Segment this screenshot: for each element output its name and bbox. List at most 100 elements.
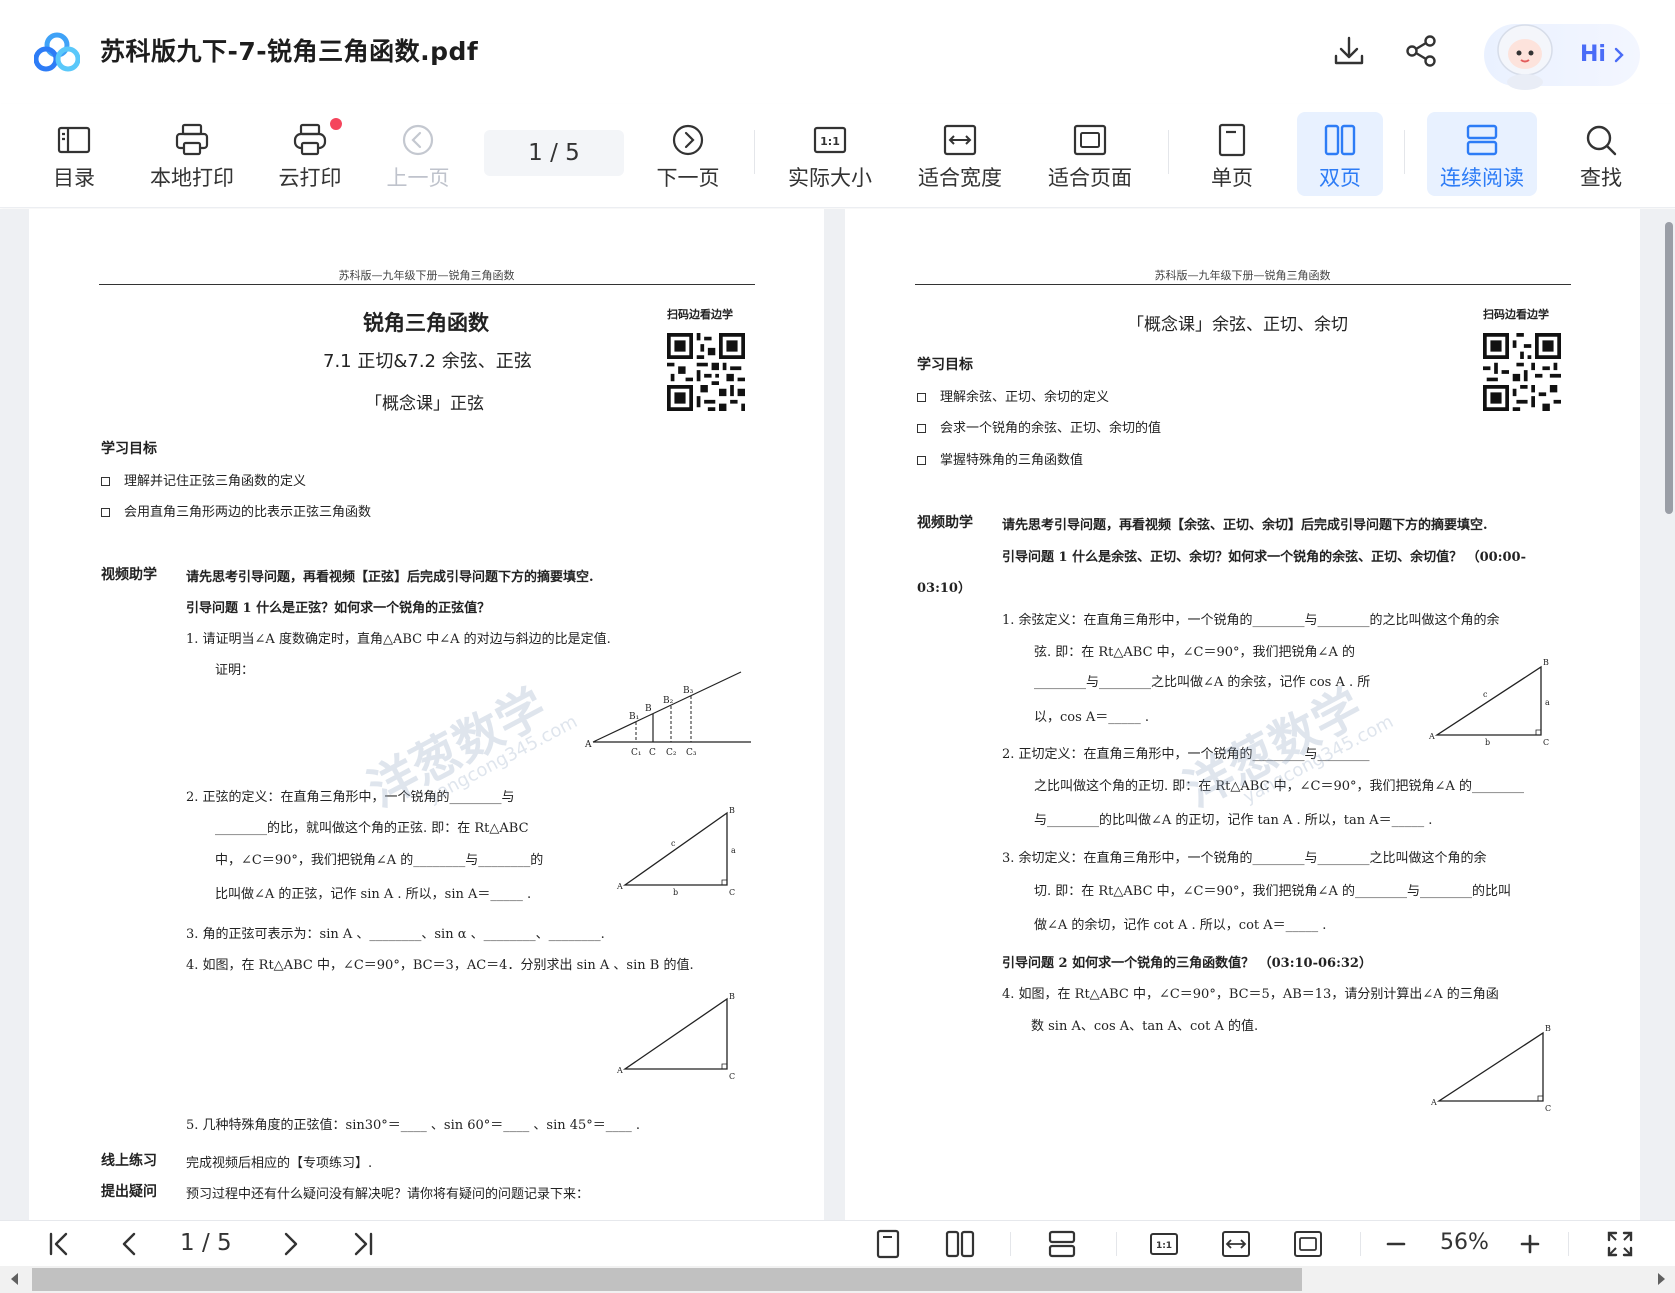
notification-badge <box>330 118 342 130</box>
right-triangle-figure: A B C <box>1430 1024 1551 1113</box>
double-page-button[interactable]: 双页 <box>1297 112 1383 196</box>
video-heading: 视频助学 <box>917 515 973 531</box>
zoom-out-icon[interactable] <box>1380 1228 1412 1260</box>
continuous-reading-label: 连续阅读 <box>1440 166 1524 190</box>
vertical-scrollbar-thumb[interactable] <box>1665 222 1673 514</box>
question-item: 4. 如图，在 Rt△ABC 中，∠C＝90°，BC＝5，AB＝13，请分别计算… <box>1002 987 1499 1002</box>
single-page-icon <box>1218 123 1246 157</box>
question-item: 中，∠C＝90°，我们把锐角∠A 的________与________的 <box>215 853 544 868</box>
svg-text:C: C <box>729 888 735 897</box>
svg-text:c: c <box>1483 690 1488 699</box>
guide-question: 引导问题 1 什么是正弦？如何求一个锐角的正弦值？ <box>186 601 491 616</box>
toolbar-divider <box>1404 130 1405 174</box>
svg-text:C₃: C₃ <box>686 748 697 758</box>
find-button[interactable]: 查找 <box>1576 112 1626 196</box>
checkbox-icon <box>101 508 110 517</box>
double-page-icon[interactable] <box>944 1228 976 1260</box>
continuous-reading-icon <box>1466 124 1498 156</box>
scroll-right-arrow-icon[interactable] <box>1652 1270 1670 1288</box>
cloud-printer-icon <box>293 123 327 156</box>
single-page-icon[interactable] <box>872 1228 904 1260</box>
local-print-button[interactable]: 本地打印 <box>142 112 242 196</box>
toc-button[interactable]: 目录 <box>44 112 104 196</box>
qr-label: 扫码边看边学 <box>667 308 733 321</box>
pdf-page-2: 苏科版—九年级下册—锐角三角函数 扫码边看边学 「概念课」余弦、正切、余切 学习… <box>845 209 1640 1220</box>
doc-heading: 锐角三角函数 <box>363 311 489 335</box>
document-viewer[interactable]: 苏科版—九年级下册—锐角三角函数 扫码边看边学 锐角三角函数 7.1 正切&7.… <box>0 209 1675 1220</box>
prev-page-button[interactable]: 上一页 <box>382 112 454 196</box>
svg-text:B₁: B₁ <box>629 712 639 722</box>
single-page-button[interactable]: 单页 <box>1206 112 1258 196</box>
next-page-button[interactable]: 下一页 <box>652 112 724 196</box>
prev-page-icon[interactable] <box>114 1228 146 1260</box>
share-icon[interactable] <box>1404 34 1438 68</box>
local-print-label: 本地打印 <box>150 166 234 190</box>
bottom-bar <box>0 1220 1675 1266</box>
svg-text:b: b <box>673 888 678 897</box>
first-page-icon[interactable] <box>42 1228 74 1260</box>
fit-page-icon <box>1073 124 1107 156</box>
find-label: 查找 <box>1580 166 1622 190</box>
page-number-input[interactable]: 1 / 5 <box>484 130 624 176</box>
checkbox-icon <box>917 456 926 465</box>
download-icon[interactable] <box>1332 34 1366 68</box>
svg-text:C₁: C₁ <box>631 748 642 758</box>
fit-width-icon[interactable] <box>1220 1228 1252 1260</box>
last-page-icon[interactable] <box>348 1228 380 1260</box>
video-intro: 请先思考引导问题，再看视频【余弦、正切、余切】后完成引导问题下方的摘要填空. <box>1002 518 1488 533</box>
svg-text:B: B <box>1545 1024 1551 1033</box>
svg-text:B: B <box>645 704 652 714</box>
goals-heading: 学习目标 <box>917 357 973 373</box>
zoom-level[interactable]: 56% <box>1440 1230 1489 1255</box>
double-page-label: 双页 <box>1319 166 1361 190</box>
bottom-page-indicator[interactable]: 1 / 5 <box>180 1230 232 1256</box>
running-head: 苏科版—九年级下册—锐角三角函数 <box>338 269 515 282</box>
chevron-left-circle-icon <box>402 124 434 156</box>
actual-size-icon: 1:1 <box>813 126 847 154</box>
svg-text:C: C <box>1543 738 1549 747</box>
bottom-divider <box>1568 1232 1569 1256</box>
bottom-divider <box>1360 1232 1361 1256</box>
question-item: 数 sin A、cos A、tan A、cot A 的值. <box>1031 1019 1259 1034</box>
video-heading: 视频助学 <box>101 567 157 583</box>
svg-text:B₂: B₂ <box>663 696 674 706</box>
horizontal-scrollbar-thumb[interactable] <box>32 1268 1302 1291</box>
fit-width-button[interactable]: 适合宽度 <box>912 112 1008 196</box>
similar-triangles-figure: A B₁ B B₂ B₃ C₁ C C₂ C₃ <box>584 671 751 758</box>
title-bar: 苏科版九下-7-锐角三角函数.pdf Hi <box>0 0 1675 104</box>
svg-text:1:1: 1:1 <box>1156 1241 1172 1251</box>
assistant-label: Hi <box>1580 42 1606 67</box>
question-item: 4. 如图，在 Rt△ABC 中，∠C＝90°，BC＝3，AC＝4．分别求出 s… <box>186 958 694 973</box>
next-page-icon[interactable] <box>274 1228 306 1260</box>
checkbox-icon <box>101 477 110 486</box>
chevron-right-circle-icon <box>672 124 704 156</box>
question-item: 弦. 即：在 Rt△ABC 中，∠C＝90°，我们把锐角∠A 的 <box>1034 645 1355 660</box>
question-item: 与________的比叫做∠A 的正切，记作 tan A . 所以，tan A＝… <box>1034 813 1433 828</box>
running-head: 苏科版—九年级下册—锐角三角函数 <box>1154 269 1331 282</box>
actual-size-icon[interactable]: 1:1 <box>1148 1228 1180 1260</box>
toc-label: 目录 <box>53 166 95 190</box>
goal-item: 理解余弦、正切、余切的定义 <box>917 386 1109 405</box>
qr-code-icon <box>1483 333 1561 411</box>
document-title: 苏科版九下-7-锐角三角函数.pdf <box>100 37 479 66</box>
guide-question-time: 03:10） <box>917 581 971 596</box>
fit-page-icon[interactable] <box>1292 1228 1324 1260</box>
continuous-reading-button[interactable]: 连续阅读 <box>1427 112 1537 196</box>
svg-text:A: A <box>1430 1098 1437 1107</box>
fit-page-button[interactable]: 适合页面 <box>1042 112 1138 196</box>
svg-text:B: B <box>729 806 735 815</box>
actual-size-button[interactable]: 1:1 实际大小 <box>782 112 878 196</box>
bottom-divider <box>1116 1232 1117 1256</box>
prev-page-label: 上一页 <box>386 166 450 190</box>
svg-text:B₃: B₃ <box>683 686 694 696</box>
question-item: 1. 请证明当∠A 度数确定时，直角△ABC 中∠A 的对边与斜边的比是定值. <box>186 632 611 647</box>
continuous-reading-icon[interactable] <box>1046 1228 1078 1260</box>
single-page-label: 单页 <box>1211 166 1253 190</box>
zoom-in-icon[interactable] <box>1514 1228 1546 1260</box>
svg-text:c: c <box>671 839 676 848</box>
fullscreen-icon[interactable] <box>1604 1228 1636 1260</box>
scroll-left-arrow-icon[interactable] <box>6 1270 24 1288</box>
chevron-right-icon <box>1614 47 1624 63</box>
doc-subheading: 7.1 正切&7.2 余弦、正弦 <box>323 351 532 372</box>
header-rule <box>99 284 755 285</box>
